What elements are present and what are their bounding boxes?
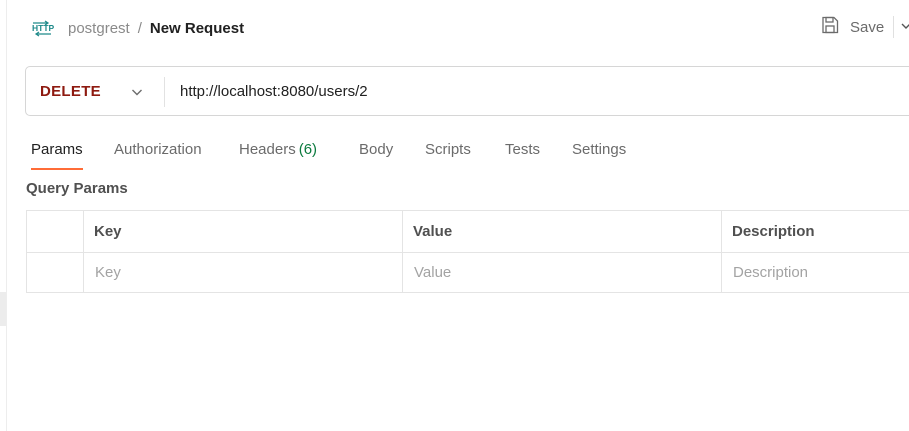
url-input[interactable]: [180, 67, 880, 115]
tab-body[interactable]: Body: [359, 138, 393, 170]
panel-resize-handle[interactable]: [0, 292, 6, 326]
table-row: [27, 252, 909, 293]
param-value-input[interactable]: [414, 264, 721, 281]
description-cell: [721, 252, 909, 293]
breadcrumb-separator: /: [137, 19, 142, 37]
query-params-title: Query Params: [26, 180, 128, 197]
headers-count-badge: (6): [298, 141, 318, 158]
column-header-description: Description: [721, 211, 909, 252]
param-description-input[interactable]: [733, 264, 909, 281]
tab-tests[interactable]: Tests: [505, 138, 540, 170]
tab-label: Authorization: [114, 141, 202, 158]
save-label: Save: [850, 18, 885, 36]
value-cell: [402, 252, 721, 293]
svg-text:HTTP: HTTP: [32, 23, 54, 33]
row-checkbox-cell: [27, 252, 83, 293]
tab-label: Headers: [239, 141, 296, 158]
param-key-input[interactable]: [95, 264, 402, 281]
http-icon: HTTP: [30, 16, 54, 40]
save-icon: [820, 15, 840, 40]
tab-params[interactable]: Params: [31, 138, 83, 170]
table-header-row: Key Value Description: [27, 211, 909, 253]
tab-scripts[interactable]: Scripts: [425, 138, 471, 170]
save-button[interactable]: Save: [820, 16, 884, 38]
request-title[interactable]: New Request: [150, 20, 244, 37]
left-panel-edge: [0, 0, 7, 431]
tab-label: Body: [359, 141, 394, 158]
save-divider: [893, 16, 894, 38]
tab-label: Tests: [505, 141, 541, 158]
tab-label: Settings: [572, 141, 627, 158]
url-divider: [164, 77, 165, 107]
tab-settings[interactable]: Settings: [572, 138, 626, 170]
chevron-down-icon[interactable]: [899, 19, 909, 33]
tab-headers[interactable]: Headers (6): [239, 138, 317, 170]
breadcrumb-collection[interactable]: postgrest: [68, 20, 130, 37]
tab-authorization[interactable]: Authorization: [114, 138, 202, 170]
tab-label: Params: [31, 141, 83, 158]
checkbox-column-header: [27, 211, 83, 252]
query-params-table: Key Value Description: [26, 210, 909, 293]
tab-label: Scripts: [425, 141, 471, 158]
key-cell: [83, 252, 402, 293]
method-selector[interactable]: DELETE: [40, 67, 101, 115]
column-header-key: Key: [83, 211, 402, 252]
chevron-down-icon[interactable]: [130, 85, 144, 99]
request-header: HTTP postgrest / New Request: [30, 14, 244, 42]
column-header-value: Value: [402, 211, 721, 252]
url-bar: DELETE: [25, 66, 909, 116]
